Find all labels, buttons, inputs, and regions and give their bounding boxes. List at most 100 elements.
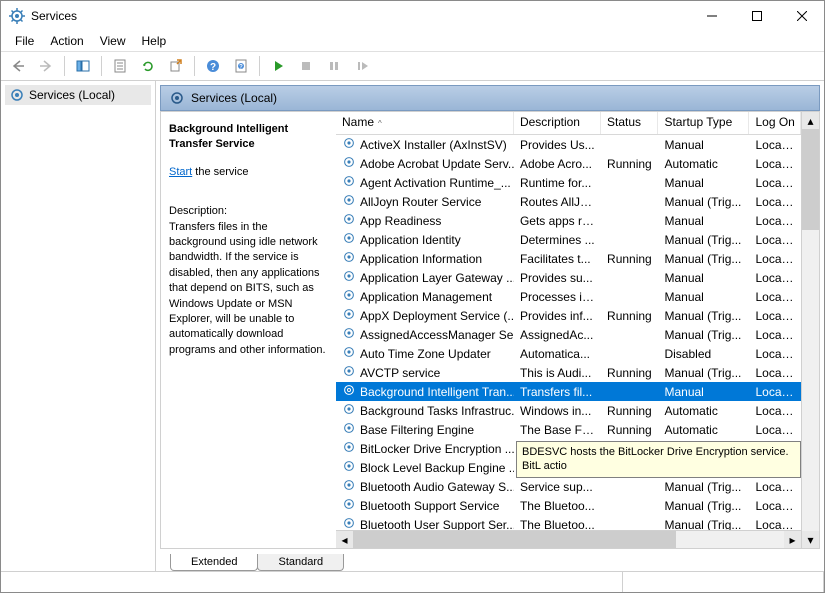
cell-description: Gets apps re... bbox=[514, 213, 601, 229]
stop-service-button[interactable] bbox=[293, 53, 319, 79]
table-row[interactable]: Application ManagementProcesses in...Man… bbox=[336, 287, 801, 306]
gear-icon bbox=[342, 250, 356, 267]
table-row[interactable]: Bluetooth Audio Gateway S...Service sup.… bbox=[336, 477, 801, 496]
table-row[interactable]: Application Layer Gateway ...Provides su… bbox=[336, 268, 801, 287]
menu-help[interactable]: Help bbox=[134, 32, 175, 50]
cell-description: Processes in... bbox=[514, 289, 601, 305]
cell-description: Routes AllJo... bbox=[514, 194, 601, 210]
cell-description: Determines ... bbox=[514, 232, 601, 248]
cell-description: The Bluetoo... bbox=[514, 498, 601, 514]
gear-icon bbox=[9, 8, 25, 24]
cell-description: Provides Us... bbox=[514, 137, 601, 153]
toolbar: ? ? bbox=[1, 51, 824, 81]
table-row[interactable]: App ReadinessGets apps re...ManualLocal … bbox=[336, 211, 801, 230]
menu-file[interactable]: File bbox=[7, 32, 42, 50]
table-row[interactable]: Application IdentityDetermines ...Manual… bbox=[336, 230, 801, 249]
gear-icon bbox=[342, 136, 356, 153]
start-service-button[interactable] bbox=[265, 53, 291, 79]
table-row[interactable]: AVCTP serviceThis is Audi...RunningManua… bbox=[336, 363, 801, 382]
table-row[interactable]: Application InformationFacilitates t...R… bbox=[336, 249, 801, 268]
cell-status: Running bbox=[601, 365, 658, 381]
gear-icon bbox=[342, 326, 356, 343]
table-row[interactable]: ActiveX Installer (AxInstSV)Provides Us.… bbox=[336, 135, 801, 154]
show-hide-tree-button[interactable] bbox=[70, 53, 96, 79]
menubar: File Action View Help bbox=[1, 31, 824, 51]
cell-name: AVCTP service bbox=[360, 366, 440, 380]
cell-status: Running bbox=[601, 403, 658, 419]
cell-name: Auto Time Zone Updater bbox=[360, 347, 491, 361]
table-row[interactable]: Adobe Acrobat Update Serv...Adobe Acro..… bbox=[336, 154, 801, 173]
list-body[interactable]: ActiveX Installer (AxInstSV)Provides Us.… bbox=[336, 135, 801, 530]
table-row[interactable]: Auto Time Zone UpdaterAutomatica...Disab… bbox=[336, 344, 801, 363]
cell-name: Bluetooth Support Service bbox=[360, 499, 499, 513]
menu-action[interactable]: Action bbox=[42, 32, 91, 50]
gear-icon bbox=[342, 288, 356, 305]
table-row[interactable]: Bluetooth Support Service The Bluetoo... M… bbox=[336, 496, 801, 515]
cell-name: Bluetooth Audio Gateway S... bbox=[360, 480, 514, 494]
cell-status bbox=[601, 182, 658, 184]
cell-name: Application Identity bbox=[360, 233, 461, 247]
tab-standard[interactable]: Standard bbox=[257, 554, 344, 571]
cell-startup: Automatic bbox=[658, 422, 749, 438]
table-row[interactable]: AllJoyn Router ServiceRoutes AllJo...Man… bbox=[336, 192, 801, 211]
back-button[interactable] bbox=[5, 53, 31, 79]
content-header: Services (Local) bbox=[160, 85, 820, 111]
window-title: Services bbox=[31, 9, 689, 23]
col-description[interactable]: Description bbox=[514, 112, 601, 134]
cell-logon: Local Se bbox=[750, 479, 802, 495]
table-row[interactable]: Background Tasks Infrastruc...Windows in… bbox=[336, 401, 801, 420]
restart-service-button[interactable] bbox=[349, 53, 375, 79]
scroll-left-icon[interactable]: ◂ bbox=[336, 531, 353, 548]
properties-button[interactable] bbox=[107, 53, 133, 79]
cell-description: Facilitates t... bbox=[514, 251, 601, 267]
cell-description: Transfers fil... bbox=[514, 384, 601, 400]
export-list-button[interactable] bbox=[163, 53, 189, 79]
col-logon[interactable]: Log On bbox=[749, 112, 801, 134]
cell-logon: Local Se bbox=[750, 232, 802, 248]
cell-name: Application Information bbox=[360, 252, 482, 266]
table-row[interactable]: Bluetooth User Support Ser...The Bluetoo… bbox=[336, 515, 801, 530]
gear-icon bbox=[342, 440, 356, 457]
col-startup-type[interactable]: Startup Type bbox=[658, 112, 749, 134]
refresh-button[interactable] bbox=[135, 53, 161, 79]
cell-startup: Manual (Trig... bbox=[658, 498, 749, 514]
cell-name: Background Intelligent Tran... bbox=[360, 385, 514, 399]
gear-icon bbox=[342, 364, 356, 381]
horizontal-scrollbar[interactable]: ◂ ▸ bbox=[336, 530, 801, 548]
gear-icon bbox=[342, 269, 356, 286]
table-row[interactable]: Background Intelligent Tran...Transfers … bbox=[336, 382, 801, 401]
col-name[interactable]: Name^ bbox=[336, 112, 514, 134]
gear-icon bbox=[342, 402, 356, 419]
cell-logon: Local Se bbox=[750, 365, 802, 381]
scroll-up-icon[interactable]: ▴ bbox=[802, 112, 819, 129]
cell-logon: Local Sy bbox=[750, 251, 802, 267]
statusbar bbox=[1, 571, 824, 592]
cell-status bbox=[601, 201, 658, 203]
help-topics-button[interactable]: ? bbox=[228, 53, 254, 79]
services-window: Services File Action View Help ? ? bbox=[0, 0, 825, 593]
gear-icon bbox=[342, 421, 356, 438]
help-button[interactable]: ? bbox=[200, 53, 226, 79]
table-row[interactable]: Agent Activation Runtime_...Runtime for.… bbox=[336, 173, 801, 192]
content-header-label: Services (Local) bbox=[191, 91, 277, 105]
cell-description: Adobe Acro... bbox=[514, 156, 601, 172]
start-service-link[interactable]: Start bbox=[169, 166, 192, 178]
tree-item-services-local[interactable]: Services (Local) bbox=[5, 85, 151, 105]
maximize-button[interactable] bbox=[734, 1, 779, 31]
cell-name: BitLocker Drive Encryption ... bbox=[360, 442, 514, 456]
forward-button[interactable] bbox=[33, 53, 59, 79]
table-row[interactable]: AppX Deployment Service (...Provides inf… bbox=[336, 306, 801, 325]
pause-service-button[interactable] bbox=[321, 53, 347, 79]
tab-extended[interactable]: Extended bbox=[170, 554, 258, 571]
col-status[interactable]: Status bbox=[601, 112, 658, 134]
menu-view[interactable]: View bbox=[92, 32, 134, 50]
cell-name: Agent Activation Runtime_... bbox=[360, 176, 511, 190]
scroll-down-icon[interactable]: ▾ bbox=[802, 531, 819, 548]
minimize-button[interactable] bbox=[689, 1, 734, 31]
table-row[interactable]: AssignedAccessManager Se...AssignedAc...… bbox=[336, 325, 801, 344]
close-button[interactable] bbox=[779, 1, 824, 31]
table-row[interactable]: Base Filtering EngineThe Base Fil...Runn… bbox=[336, 420, 801, 439]
vertical-scrollbar[interactable]: ▴ ▾ bbox=[801, 112, 819, 548]
scroll-right-icon[interactable]: ▸ bbox=[784, 531, 801, 548]
detail-pane: Background Intelligent Transfer Service … bbox=[161, 112, 336, 548]
